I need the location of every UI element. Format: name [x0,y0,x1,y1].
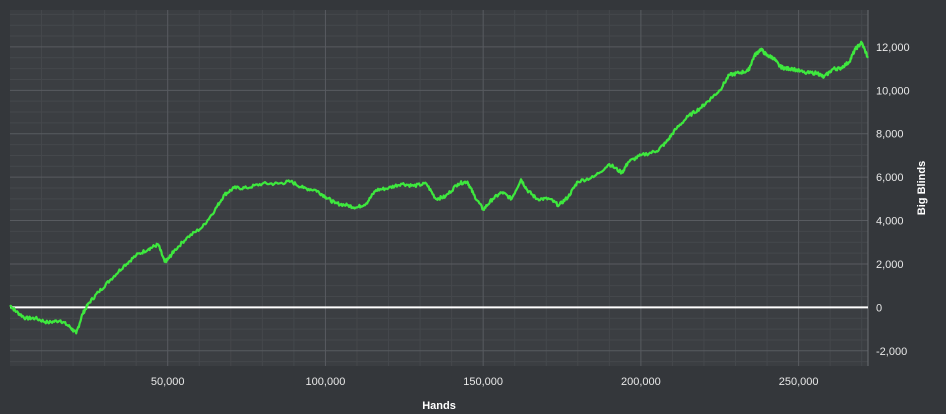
y-tick-label: 0 [876,302,882,314]
y-tick-label: -2,000 [876,346,907,358]
pnl-chart: 50,000 100,000 150,000 200,000 250,000 -2,00… [9,10,928,412]
x-tick-label: 150,000 [463,376,503,388]
x-tick-label: 100,000 [306,376,346,388]
x-tick-label: 200,000 [621,376,661,388]
y-tick-labels: -2,000 0 2,000 4,000 6,000 8,000 10,000 12,000 [876,42,910,358]
y-tick-label: 10,000 [876,85,910,97]
x-tick-label: 50,000 [151,376,185,388]
x-tick-labels: 50,000 100,000 150,000 200,000 250,000 [151,376,819,388]
y-tick-label: 2,000 [876,259,904,271]
x-axis-title: Hands [422,400,456,412]
x-tick-label: 250,000 [779,376,819,388]
y-axis-title: Big Blinds [916,161,928,215]
y-tick-label: 12,000 [876,42,910,54]
y-tick-label: 6,000 [876,172,904,184]
y-tick-label: 8,000 [876,129,904,141]
y-tick-label: 4,000 [876,216,904,228]
